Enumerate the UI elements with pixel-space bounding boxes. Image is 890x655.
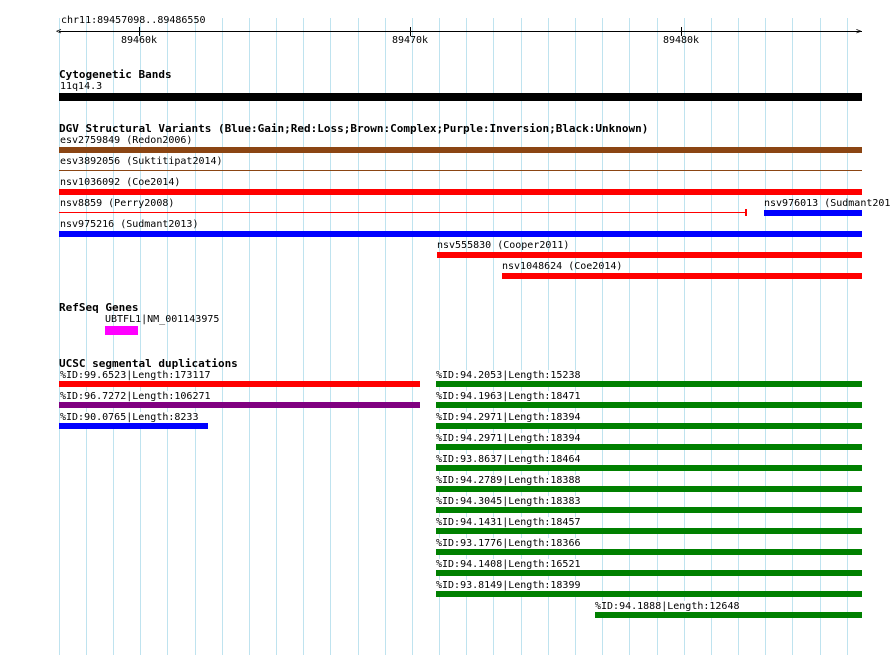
segdup-feature[interactable] (59, 402, 420, 408)
ruler-right-arrow-icon: > (856, 27, 862, 37)
segdup-feature[interactable] (436, 423, 862, 429)
cytoband-bar[interactable] (59, 93, 862, 101)
ruler-left-arrow-icon: < (56, 27, 62, 37)
ruler-tick-label: 89460k (120, 35, 158, 46)
feature-label: nsv976013 (Sudmant201 (764, 198, 890, 209)
feature-label: 11q14.3 (60, 81, 103, 92)
segdup-feature[interactable] (436, 591, 862, 597)
genome-browser-view: chr11:89457098..89486550 < > 89460k 8947… (0, 0, 890, 655)
ruler-tick-label: 89480k (662, 35, 700, 46)
segdup-feature[interactable] (436, 444, 862, 450)
gene-feature[interactable] (105, 326, 138, 335)
segdup-feature[interactable] (436, 570, 862, 576)
dgv-feature[interactable] (59, 212, 747, 213)
segdup-feature[interactable] (436, 549, 862, 555)
dgv-feature[interactable] (502, 273, 862, 279)
segdup-feature[interactable] (595, 612, 862, 618)
dgv-feature[interactable] (59, 147, 862, 153)
ruler-range-label: chr11:89457098..89486550 (61, 15, 206, 26)
feature-label: nsv1036092 (Coe2014) (60, 177, 181, 188)
feature-label: nsv975216 (Sudmant2013) (60, 219, 199, 230)
feature-label: nsv555830 (Cooper2011) (437, 240, 570, 251)
track-title: Cytogenetic Bands (59, 68, 172, 81)
segdup-feature[interactable] (59, 423, 208, 429)
dgv-feature[interactable] (437, 252, 862, 258)
feature-label: UBTFL1|NM_001143975 (105, 314, 220, 325)
dgv-feature[interactable] (764, 210, 862, 216)
feature-label: esv2759849 (Redon2006) (60, 135, 193, 146)
track-title: RefSeq Genes (59, 301, 139, 314)
track-title: UCSC segmental duplications (59, 357, 238, 370)
segdup-feature[interactable] (436, 465, 862, 471)
segdup-feature[interactable] (436, 381, 862, 387)
dgv-feature[interactable] (59, 231, 862, 237)
feature-label: nsv8859 (Perry2008) (60, 198, 175, 209)
dgv-feature[interactable] (59, 189, 862, 195)
segdup-feature[interactable] (436, 528, 862, 534)
track-title: DGV Structural Variants (Blue:Gain;Red:L… (59, 122, 649, 135)
dgv-feature[interactable] (59, 170, 862, 171)
segdup-feature[interactable] (436, 486, 862, 492)
segdup-feature[interactable] (59, 381, 420, 387)
feature-label: esv3892056 (Suktitipat2014) (60, 156, 223, 167)
ruler-tick-label: 89470k (391, 35, 429, 46)
segdup-feature[interactable] (436, 507, 862, 513)
segdup-feature[interactable] (436, 402, 862, 408)
feature-label: nsv1048624 (Coe2014) (502, 261, 623, 272)
ruler-axis (59, 31, 862, 32)
dgv-feature-end-cap (745, 209, 747, 216)
